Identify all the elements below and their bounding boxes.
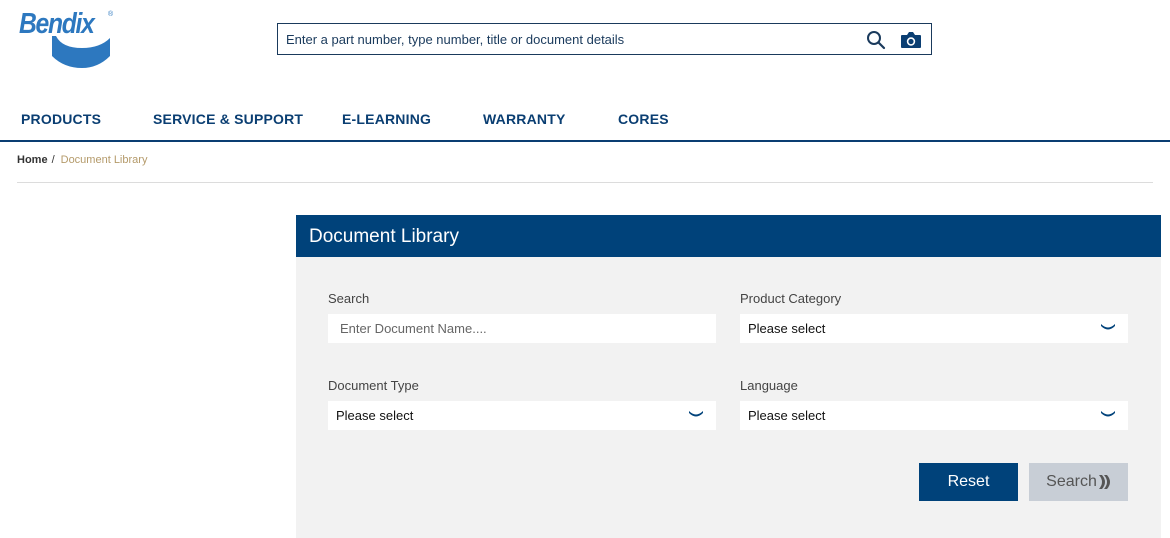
product-category-value: Please select (748, 321, 826, 336)
nav-item-e-learning[interactable]: E-LEARNING (342, 111, 431, 127)
document-type-value: Please select (336, 408, 414, 423)
reset-button[interactable]: Reset (919, 463, 1018, 501)
nav-item-service-support[interactable]: SERVICE & SUPPORT (153, 111, 303, 127)
chevron-down-icon (689, 411, 703, 417)
page-title: Document Library (309, 226, 459, 247)
bendix-logo[interactable]: Bendix ® (18, 8, 114, 68)
document-library-panel: Document Library Search Product Category… (296, 215, 1161, 538)
reset-button-label: Reset (947, 473, 990, 490)
language-select[interactable]: Please select (740, 401, 1128, 430)
logo-swoosh-icon (52, 36, 110, 68)
breadcrumb: Home / Document Library (17, 154, 147, 166)
search-button-label: Search (1046, 473, 1097, 490)
product-category-label: Product Category (740, 291, 842, 306)
header-search-bar (277, 23, 932, 55)
breadcrumb-separator: / (51, 154, 55, 166)
registered-mark: ® (108, 11, 114, 18)
document-type-label: Document Type (328, 378, 419, 393)
nav-item-cores[interactable]: CORES (618, 111, 669, 127)
language-value: Please select (748, 408, 826, 423)
document-search-input[interactable] (328, 314, 716, 343)
search-icon[interactable] (866, 30, 886, 50)
breadcrumb-home-link[interactable]: Home (17, 154, 48, 166)
language-label: Language (740, 378, 798, 393)
search-label: Search (328, 291, 370, 306)
camera-icon[interactable] (900, 30, 922, 50)
double-chevron-right-icon (1098, 474, 1110, 489)
chevron-down-icon (1101, 411, 1115, 417)
breadcrumb-divider (17, 182, 1153, 183)
document-type-select[interactable]: Please select (328, 401, 716, 430)
header-search-input[interactable] (278, 24, 848, 54)
chevron-down-icon (1101, 324, 1115, 330)
main-nav: PRODUCTS SERVICE & SUPPORT E-LEARNING WA… (0, 104, 1170, 142)
product-category-select[interactable]: Please select (740, 314, 1128, 343)
search-button[interactable]: Search (1029, 463, 1128, 501)
breadcrumb-current: Document Library (60, 154, 148, 166)
panel-header: Document Library (296, 215, 1161, 257)
nav-item-warranty[interactable]: WARRANTY (483, 111, 565, 127)
nav-item-products[interactable]: PRODUCTS (21, 111, 101, 127)
